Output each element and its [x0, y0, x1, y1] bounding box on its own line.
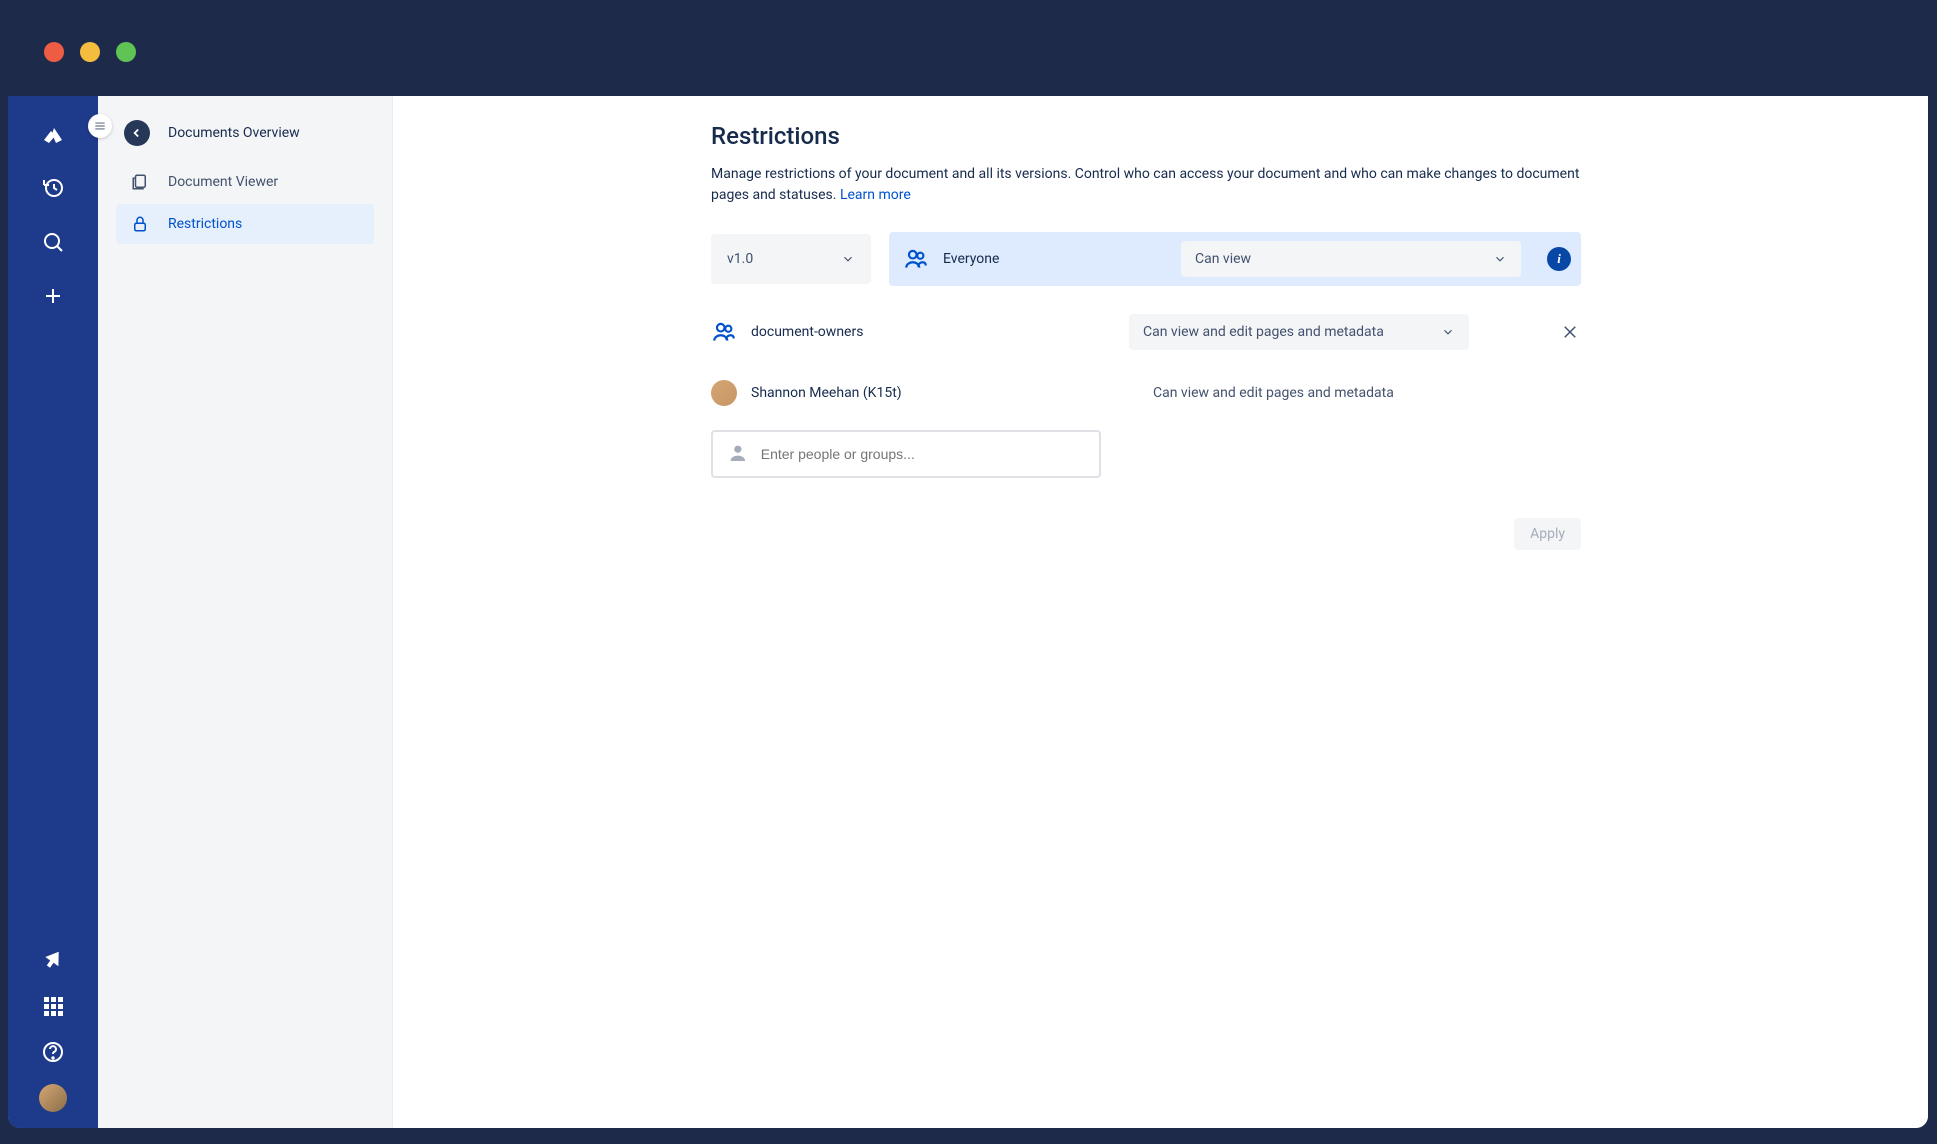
sidebar-header: Documents Overview [116, 114, 374, 162]
people-input-field[interactable] [761, 446, 1085, 462]
window-minimize-button[interactable] [80, 42, 100, 62]
recent-icon[interactable] [39, 174, 67, 202]
restrictions-header-row: v1.0 Everyone Can view i [711, 232, 1581, 286]
everyone-label: Everyone [943, 251, 999, 267]
group-icon [903, 246, 929, 272]
back-button[interactable] [124, 120, 150, 146]
everyone-strip: Everyone Can view i [889, 232, 1581, 286]
app-logo-icon[interactable] [39, 120, 67, 148]
version-select[interactable]: v1.0 [711, 234, 871, 284]
main-content: Restrictions Manage restrictions of your… [393, 96, 1928, 1128]
remove-owners-button[interactable] [1559, 321, 1581, 343]
search-icon[interactable] [39, 228, 67, 256]
user-name: Shannon Meehan (K15t) [751, 385, 902, 401]
sidebar-item-label: Restrictions [168, 216, 242, 232]
user-permission: Can view and edit pages and metadata [1153, 385, 1581, 401]
group-icon [711, 319, 737, 345]
app-window: Documents Overview Document Viewer Restr… [8, 8, 1928, 1128]
window-maximize-button[interactable] [116, 42, 136, 62]
window-close-button[interactable] [44, 42, 64, 62]
sidebar-item-label: Document Viewer [168, 174, 278, 190]
everyone-permission-select[interactable]: Can view [1181, 241, 1521, 277]
sidebar-item-restrictions[interactable]: Restrictions [116, 204, 374, 244]
user-row: Shannon Meehan (K15t) Can view and edit … [711, 380, 1581, 406]
person-icon [727, 442, 749, 466]
people-picker[interactable] [711, 430, 1101, 478]
titlebar [8, 8, 1928, 96]
chevron-down-icon [1493, 252, 1507, 266]
document-viewer-icon [130, 172, 150, 192]
version-selected: v1.0 [727, 251, 753, 267]
help-icon[interactable] [39, 1038, 67, 1066]
sidebar: Documents Overview Document Viewer Restr… [98, 96, 393, 1128]
apply-button[interactable]: Apply [1514, 518, 1581, 550]
global-nav [8, 96, 98, 1128]
page-description: Manage restrictions of your document and… [711, 164, 1581, 206]
permission-selected: Can view [1195, 251, 1251, 267]
page-title: Restrictions [711, 122, 1581, 150]
lock-icon [130, 214, 150, 234]
sidebar-title: Documents Overview [168, 125, 300, 141]
owners-permission-select[interactable]: Can view and edit pages and metadata [1129, 314, 1469, 350]
notifications-icon[interactable] [39, 946, 67, 974]
document-owners-row: document-owners Can view and edit pages … [711, 314, 1581, 350]
group-owners-label: document-owners [751, 324, 863, 340]
profile-avatar[interactable] [39, 1084, 67, 1112]
app-switcher-icon[interactable] [39, 992, 67, 1020]
chevron-down-icon [1441, 325, 1455, 339]
info-icon[interactable]: i [1547, 247, 1571, 271]
app-body: Documents Overview Document Viewer Restr… [8, 96, 1928, 1128]
user-avatar [711, 380, 737, 406]
create-icon[interactable] [39, 282, 67, 310]
learn-more-link[interactable]: Learn more [840, 187, 911, 203]
chevron-down-icon [841, 252, 855, 266]
permission-selected: Can view and edit pages and metadata [1143, 324, 1384, 340]
sidebar-item-document-viewer[interactable]: Document Viewer [116, 162, 374, 202]
sidebar-toggle-button[interactable] [88, 114, 112, 138]
